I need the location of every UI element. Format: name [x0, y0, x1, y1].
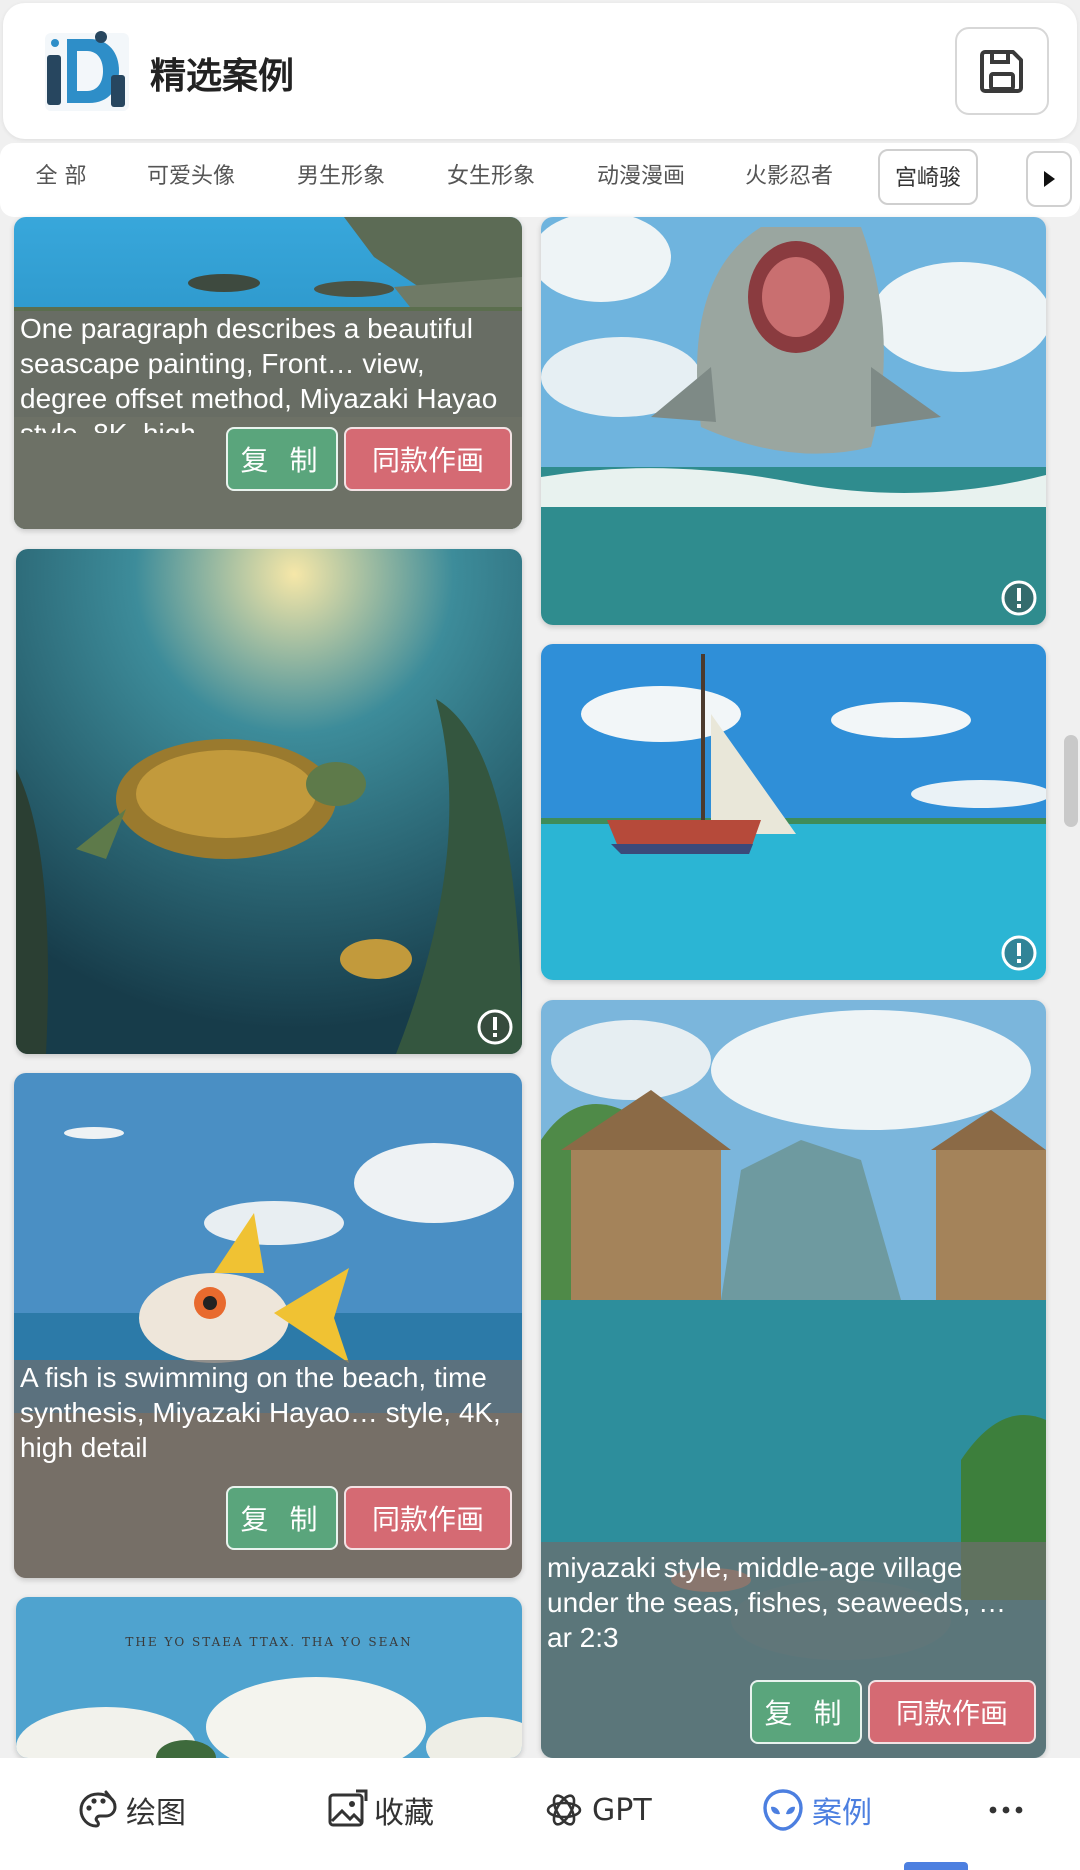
card-image	[16, 1597, 522, 1758]
openai-icon	[546, 1794, 582, 1826]
card-prompt-overlay: miyazaki style, middle-age village under…	[541, 1542, 1046, 1758]
nav-draw[interactable]: 绘图	[76, 1782, 186, 1838]
card-image	[541, 644, 1046, 980]
case-card[interactable]: A fish is swimming on the beach, time sy…	[14, 1073, 522, 1578]
nav-gpt-label: GPT	[592, 1792, 652, 1828]
card-prompt-text: A fish is swimming on the beach, time sy…	[20, 1362, 501, 1463]
save-button[interactable]	[955, 27, 1049, 115]
tab-naruto[interactable]: 火影忍者	[728, 149, 850, 205]
copy-button[interactable]: 复 制	[226, 427, 338, 491]
palette-icon	[79, 1790, 117, 1828]
poster-caption: THE YO STAEA TTAX. THA YO SEAN	[125, 1635, 413, 1649]
nav-favorites-label: 收藏	[374, 1796, 434, 1831]
card-prompt-text: miyazaki style, middle-age village under…	[547, 1552, 1007, 1653]
tab-scroll-right-button[interactable]	[1026, 151, 1072, 207]
triangle-right-icon	[1044, 171, 1055, 187]
category-tabs: 全 部 可爱头像 男生形象 女生形象 动漫漫画 火影忍者 宫崎骏	[0, 143, 1080, 217]
nav-more[interactable]	[988, 1782, 1030, 1838]
case-card[interactable]: miyazaki style, middle-age village under…	[541, 1000, 1046, 1758]
gallery-icon	[328, 1789, 368, 1827]
draw-same-button[interactable]: 同款作画	[868, 1680, 1036, 1744]
card-prompt-text: One paragraph describes a beautiful seas…	[20, 313, 498, 433]
nav-draw-label: 绘图	[126, 1796, 186, 1831]
case-card[interactable]: One paragraph describes a beautiful seas…	[14, 217, 522, 529]
bottom-nav: 绘图 收藏 GPT 案例	[0, 1758, 1080, 1870]
draw-same-button[interactable]: 同款作画	[344, 427, 512, 491]
save-icon	[980, 50, 1023, 93]
nav-cases-label: 案例	[812, 1796, 872, 1831]
info-icon[interactable]	[1000, 579, 1038, 617]
tab-cute-avatar[interactable]: 可爱头像	[130, 149, 252, 205]
tab-male-image[interactable]: 男生形象	[280, 149, 402, 205]
nav-gpt[interactable]: GPT	[542, 1782, 652, 1838]
copy-button[interactable]: 复 制	[750, 1680, 862, 1744]
tab-miyazaki[interactable]: 宫崎骏	[878, 149, 978, 205]
card-image	[16, 549, 522, 1054]
active-tab-indicator	[904, 1862, 968, 1870]
tab-female-image[interactable]: 女生形象	[430, 149, 552, 205]
nav-cases[interactable]: 案例	[760, 1782, 872, 1838]
app-root: 精选案例 全 部 可爱头像 男生形象 女生形象 动漫漫画 火影忍者 宫崎骏 On…	[0, 0, 1080, 1870]
alien-icon	[763, 1789, 803, 1831]
case-card[interactable]	[16, 549, 522, 1054]
tab-anime-comics[interactable]: 动漫漫画	[580, 149, 702, 205]
card-prompt-overlay: One paragraph describes a beautiful seas…	[14, 311, 522, 529]
copy-button[interactable]: 复 制	[226, 1486, 338, 1550]
nav-favorites[interactable]: 收藏	[326, 1782, 434, 1838]
app-logo	[45, 31, 129, 111]
info-icon[interactable]	[476, 1008, 514, 1046]
scrollbar-thumb[interactable]	[1064, 735, 1078, 827]
case-card[interactable]	[541, 644, 1046, 980]
more-icon	[989, 1806, 1023, 1814]
case-card[interactable]: THE YO STAEA TTAX. THA YO SEAN	[16, 1597, 522, 1758]
top-header: 精选案例	[3, 3, 1077, 139]
card-prompt-overlay: A fish is swimming on the beach, time sy…	[14, 1360, 522, 1578]
info-icon[interactable]	[1000, 934, 1038, 972]
case-card[interactable]	[541, 217, 1046, 625]
tab-all[interactable]: 全 部	[14, 149, 108, 205]
card-image	[541, 217, 1046, 625]
page-title: 精选案例	[150, 56, 295, 97]
draw-same-button[interactable]: 同款作画	[344, 1486, 512, 1550]
